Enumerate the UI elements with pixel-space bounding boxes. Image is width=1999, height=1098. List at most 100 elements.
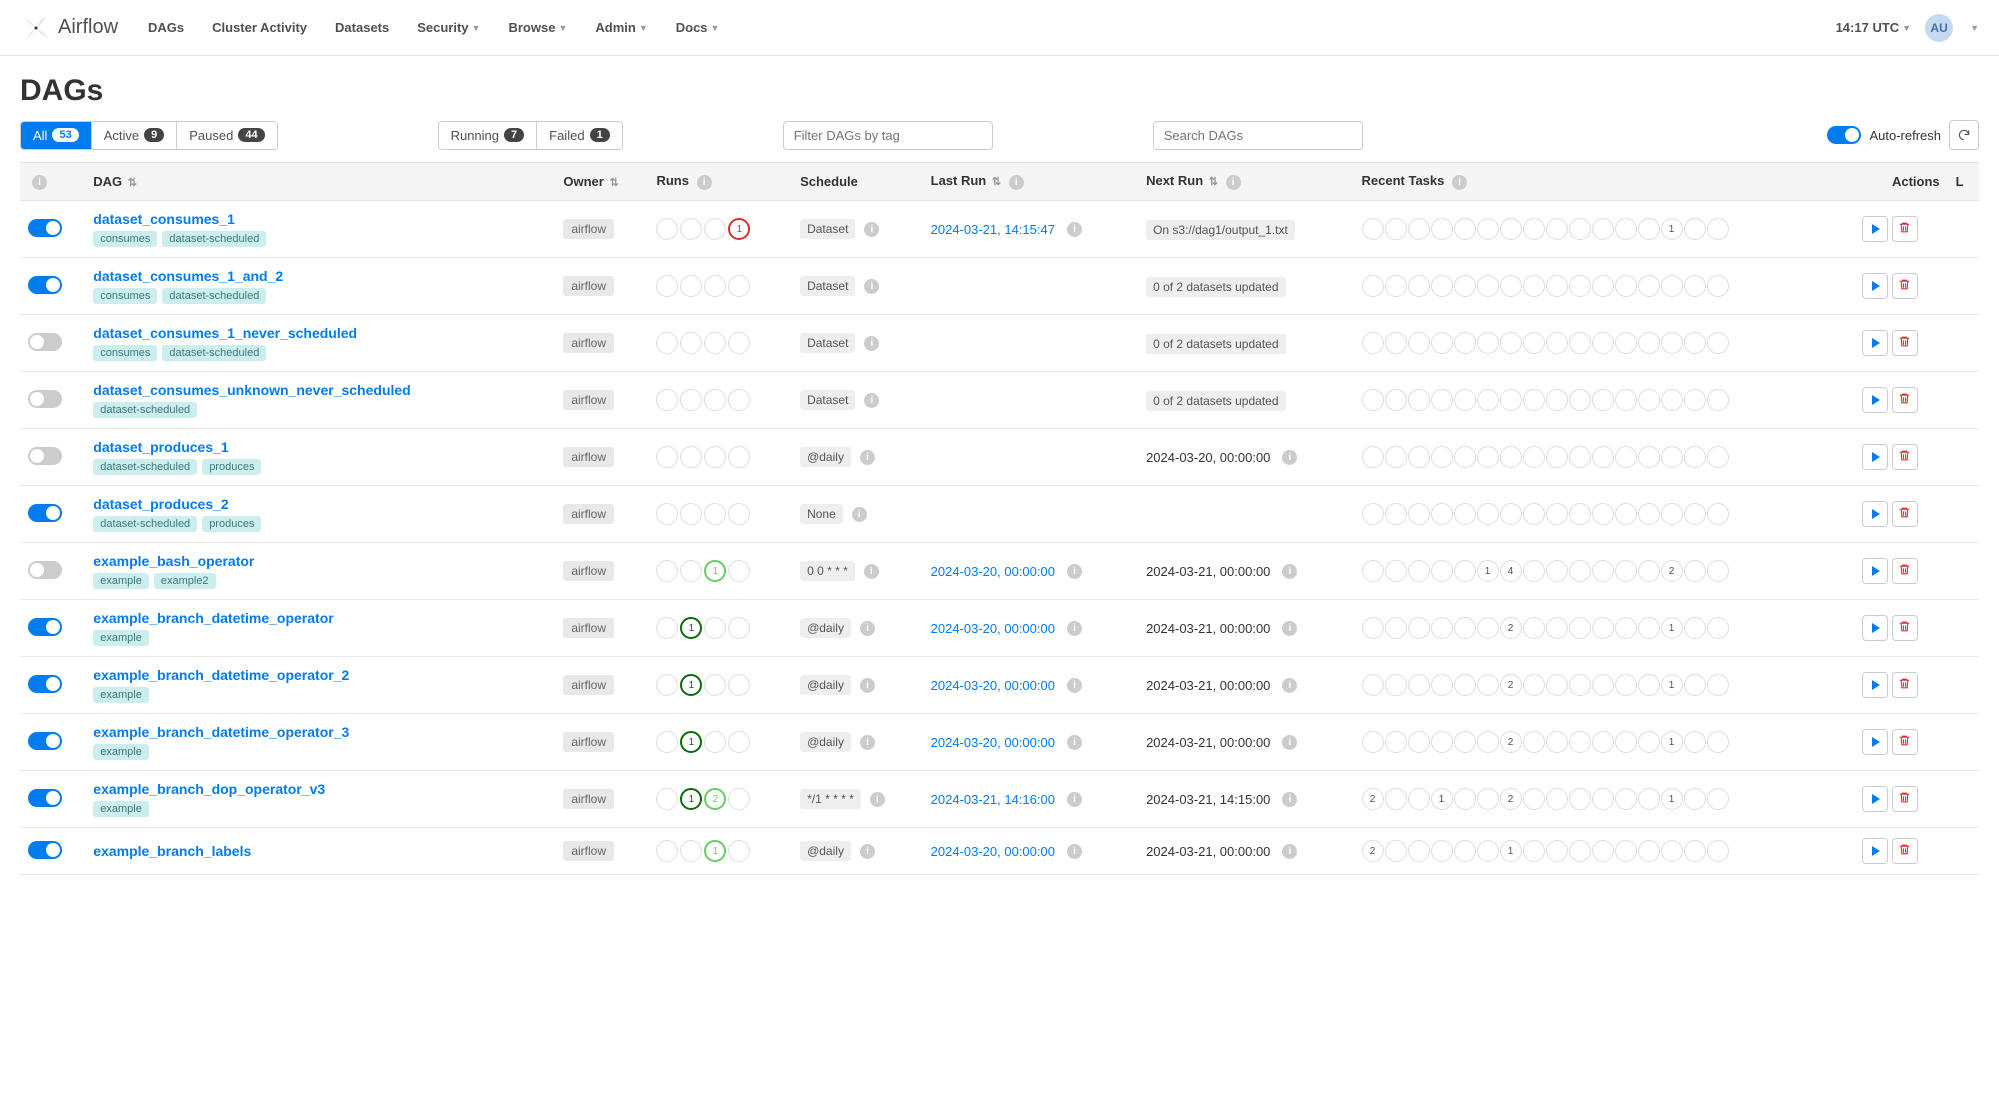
next-run-badge[interactable]: 0 of 2 datasets updated xyxy=(1146,334,1285,354)
tag[interactable]: produces xyxy=(202,516,261,532)
last-run-link[interactable]: 2024-03-20, 00:00:00 xyxy=(931,621,1055,636)
run-circle[interactable]: 1 xyxy=(680,731,702,753)
task-circle[interactable] xyxy=(1592,840,1614,862)
task-circle[interactable] xyxy=(1362,389,1384,411)
task-circle[interactable] xyxy=(1523,275,1545,297)
task-circle[interactable]: 2 xyxy=(1362,788,1384,810)
auto-refresh-toggle[interactable] xyxy=(1827,126,1861,144)
task-circle[interactable] xyxy=(1454,218,1476,240)
trigger-button[interactable] xyxy=(1862,729,1888,755)
tag[interactable]: dataset-scheduled xyxy=(93,516,197,532)
task-circle[interactable] xyxy=(1638,560,1660,582)
dag-name-link[interactable]: dataset_produces_2 xyxy=(93,496,228,512)
task-circle[interactable] xyxy=(1500,332,1522,354)
schedule-badge[interactable]: Dataset xyxy=(800,219,855,239)
run-circle[interactable] xyxy=(728,674,750,696)
run-circle[interactable] xyxy=(728,275,750,297)
schedule-badge[interactable]: Dataset xyxy=(800,390,855,410)
run-circle[interactable]: 1 xyxy=(680,617,702,639)
task-circle[interactable] xyxy=(1569,218,1591,240)
trigger-button[interactable] xyxy=(1862,330,1888,356)
run-circle[interactable] xyxy=(728,503,750,525)
task-circle[interactable] xyxy=(1431,617,1453,639)
task-circle[interactable] xyxy=(1454,446,1476,468)
dag-toggle[interactable] xyxy=(28,219,62,237)
delete-button[interactable] xyxy=(1892,216,1918,242)
nav-item-datasets[interactable]: Datasets xyxy=(335,20,389,35)
tag[interactable]: dataset-scheduled xyxy=(162,288,266,304)
refresh-button[interactable] xyxy=(1949,120,1979,150)
run-circle[interactable]: 1 xyxy=(728,218,750,240)
owner-badge[interactable]: airflow xyxy=(563,732,614,752)
schedule-badge[interactable]: Dataset xyxy=(800,333,855,353)
task-circle[interactable] xyxy=(1592,218,1614,240)
nav-item-dags[interactable]: DAGs xyxy=(148,20,184,35)
dag-name-link[interactable]: example_branch_dop_operator_v3 xyxy=(93,781,325,797)
task-circle[interactable] xyxy=(1615,674,1637,696)
task-circle[interactable] xyxy=(1592,731,1614,753)
task-circle[interactable] xyxy=(1546,788,1568,810)
task-circle[interactable] xyxy=(1385,560,1407,582)
task-circle[interactable] xyxy=(1569,275,1591,297)
task-circle[interactable] xyxy=(1638,503,1660,525)
task-circle[interactable] xyxy=(1408,275,1430,297)
dag-name-link[interactable]: dataset_consumes_1_never_scheduled xyxy=(93,325,357,341)
task-circle[interactable] xyxy=(1408,389,1430,411)
logo[interactable]: Airflow xyxy=(20,12,118,44)
chevron-down-icon[interactable]: ▼ xyxy=(1970,23,1979,33)
trigger-button[interactable] xyxy=(1862,216,1888,242)
task-circle[interactable]: 1 xyxy=(1500,840,1522,862)
task-circle[interactable] xyxy=(1477,218,1499,240)
owner-badge[interactable]: airflow xyxy=(563,789,614,809)
task-circle[interactable]: 1 xyxy=(1661,731,1683,753)
task-circle[interactable] xyxy=(1661,446,1683,468)
task-circle[interactable] xyxy=(1362,446,1384,468)
tag[interactable]: example xyxy=(93,630,149,646)
task-circle[interactable] xyxy=(1615,617,1637,639)
avatar[interactable]: AU xyxy=(1925,14,1953,42)
run-circle[interactable] xyxy=(728,446,750,468)
task-circle[interactable] xyxy=(1546,731,1568,753)
trigger-button[interactable] xyxy=(1862,615,1888,641)
filter-paused[interactable]: Paused 44 xyxy=(177,122,276,149)
task-circle[interactable] xyxy=(1707,218,1729,240)
task-circle[interactable] xyxy=(1454,275,1476,297)
task-circle[interactable] xyxy=(1523,503,1545,525)
task-circle[interactable] xyxy=(1477,788,1499,810)
trigger-button[interactable] xyxy=(1862,558,1888,584)
task-circle[interactable] xyxy=(1454,503,1476,525)
task-circle[interactable] xyxy=(1408,332,1430,354)
task-circle[interactable] xyxy=(1431,275,1453,297)
task-circle[interactable]: 1 xyxy=(1661,788,1683,810)
nav-item-cluster-activity[interactable]: Cluster Activity xyxy=(212,20,307,35)
dag-name-link[interactable]: example_branch_datetime_operator xyxy=(93,610,333,626)
run-circle[interactable] xyxy=(680,218,702,240)
last-run-link[interactable]: 2024-03-20, 00:00:00 xyxy=(931,678,1055,693)
task-circle[interactable] xyxy=(1546,503,1568,525)
task-circle[interactable] xyxy=(1638,389,1660,411)
task-circle[interactable] xyxy=(1638,218,1660,240)
dag-toggle[interactable] xyxy=(28,675,62,693)
task-circle[interactable] xyxy=(1569,674,1591,696)
task-circle[interactable] xyxy=(1431,731,1453,753)
task-circle[interactable] xyxy=(1523,218,1545,240)
task-circle[interactable] xyxy=(1523,731,1545,753)
run-circle[interactable] xyxy=(656,503,678,525)
task-circle[interactable] xyxy=(1500,503,1522,525)
last-run-link[interactable]: 2024-03-20, 00:00:00 xyxy=(931,564,1055,579)
run-circle[interactable] xyxy=(656,275,678,297)
task-circle[interactable] xyxy=(1500,275,1522,297)
task-circle[interactable] xyxy=(1661,275,1683,297)
tag[interactable]: example xyxy=(93,801,149,817)
task-circle[interactable] xyxy=(1569,840,1591,862)
task-circle[interactable] xyxy=(1454,560,1476,582)
task-circle[interactable] xyxy=(1477,731,1499,753)
task-circle[interactable] xyxy=(1661,840,1683,862)
run-circle[interactable]: 2 xyxy=(704,788,726,810)
owner-badge[interactable]: airflow xyxy=(563,219,614,239)
task-circle[interactable]: 2 xyxy=(1500,731,1522,753)
owner-badge[interactable]: airflow xyxy=(563,618,614,638)
delete-button[interactable] xyxy=(1892,387,1918,413)
run-circle[interactable] xyxy=(656,840,678,862)
task-circle[interactable] xyxy=(1546,674,1568,696)
